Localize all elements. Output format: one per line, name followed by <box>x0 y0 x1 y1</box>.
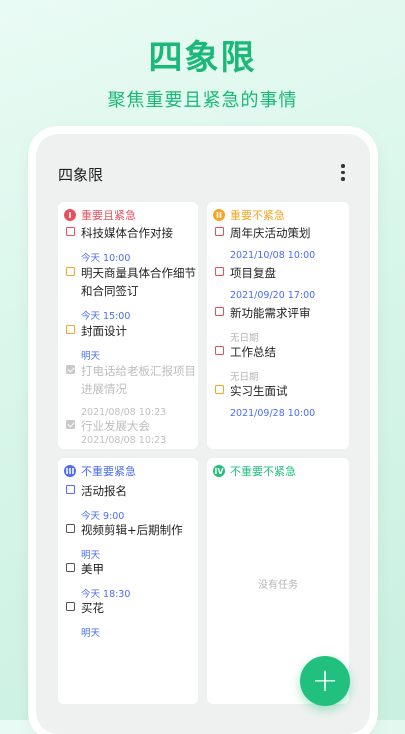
task-item-completed[interactable]: 行业发展大会 <box>66 417 196 435</box>
task-title: 科技媒体合作对接 <box>81 226 173 240</box>
task-item[interactable]: 实习生面试 <box>215 382 345 400</box>
task-title: 新功能需求评审 <box>230 306 311 320</box>
task-checkbox[interactable] <box>66 485 75 494</box>
task-date: 2021/09/28 10:00 <box>230 408 316 419</box>
add-task-button[interactable]: + <box>300 656 350 706</box>
task-date: 无日期 <box>230 333 259 344</box>
task-item[interactable]: 周年庆活动策划 <box>215 224 345 242</box>
task-checkbox[interactable] <box>66 267 75 276</box>
task-date: 今天 15:00 <box>81 311 131 322</box>
quadrant-header: IV 不重要不紧急 <box>213 463 296 479</box>
task-date: 今天 18:30 <box>81 589 131 600</box>
quadrant-important-not-urgent[interactable]: II 重要不紧急 周年庆活动策划 2021/10/08 10:00 项目复盘 2… <box>207 202 349 449</box>
task-date: 无日期 <box>230 372 259 383</box>
quadrant-badge-icon: I <box>64 209 76 221</box>
task-item[interactable]: 工作总结 <box>215 343 345 361</box>
quadrant-badge-icon: IV <box>213 465 225 477</box>
quadrant-header: III 不重要紧急 <box>64 463 136 479</box>
task-title: 工作总结 <box>230 345 276 359</box>
task-checkbox-checked[interactable] <box>66 365 75 374</box>
quadrant-label: 不重要不紧急 <box>230 465 296 478</box>
quadrant-badge-icon: III <box>64 465 76 477</box>
task-title: 活动报名 <box>81 484 127 498</box>
task-item[interactable]: 买花 <box>66 599 196 617</box>
task-title: 打电话给老板汇报项目进展情况 <box>81 364 196 396</box>
task-title: 周年庆活动策划 <box>230 226 311 240</box>
task-checkbox[interactable] <box>66 524 75 533</box>
task-checkbox[interactable] <box>215 227 224 236</box>
task-checkbox-checked[interactable] <box>66 420 75 429</box>
task-item-completed[interactable]: 打电话给老板汇报项目进展情况 <box>66 362 196 398</box>
quadrant-important-urgent[interactable]: I 重要且紧急 科技媒体合作对接 今天 10:00 明天商量具体合作细节和合同签… <box>58 202 198 449</box>
task-date: 明天 <box>81 628 101 639</box>
task-item[interactable]: 项目复盘 <box>215 264 345 282</box>
phone-mockup: 四象限 I 重要且紧急 科技媒体合作对接 今天 10:00 明天商量具体合作细节… <box>36 134 370 734</box>
task-date: 明天 <box>81 351 101 362</box>
task-checkbox[interactable] <box>215 267 224 276</box>
more-vertical-icon[interactable] <box>340 164 346 184</box>
quadrant-label: 重要不紧急 <box>230 209 285 222</box>
task-item[interactable]: 明天商量具体合作细节和合同签订 <box>66 264 196 300</box>
hero-title: 四象限 <box>148 38 257 78</box>
task-checkbox[interactable] <box>66 602 75 611</box>
task-date: 明天 <box>81 550 101 561</box>
task-item[interactable]: 封面设计 <box>66 322 196 340</box>
hero-subtitle: 聚焦重要且紧急的事情 <box>107 90 298 111</box>
task-item[interactable]: 新功能需求评审 <box>215 304 345 322</box>
task-date: 2021/08/08 10:23 <box>81 435 167 446</box>
task-title: 美甲 <box>81 562 104 576</box>
task-title: 封面设计 <box>81 324 127 338</box>
task-title: 明天商量具体合作细节和合同签订 <box>81 266 196 298</box>
task-title: 实习生面试 <box>230 384 288 398</box>
task-checkbox[interactable] <box>215 307 224 316</box>
task-checkbox[interactable] <box>66 325 75 334</box>
quadrant-header: II 重要不紧急 <box>213 207 285 223</box>
task-item[interactable]: 科技媒体合作对接 <box>66 224 196 242</box>
quadrant-label: 不重要紧急 <box>81 465 136 478</box>
quadrant-label: 重要且紧急 <box>81 209 136 222</box>
task-title: 视频剪辑+后期制作 <box>81 523 183 537</box>
task-title: 行业发展大会 <box>81 419 150 433</box>
task-checkbox[interactable] <box>66 563 75 572</box>
task-checkbox[interactable] <box>215 385 224 394</box>
task-title: 项目复盘 <box>230 266 276 280</box>
task-checkbox[interactable] <box>66 227 75 236</box>
quadrant-badge-icon: II <box>213 209 225 221</box>
task-date: 2021/09/20 17:00 <box>230 290 316 301</box>
app-bar: 四象限 <box>36 134 370 198</box>
task-item[interactable]: 活动报名 <box>66 482 196 500</box>
task-item[interactable]: 美甲 <box>66 560 196 578</box>
task-date: 今天 9:00 <box>81 511 125 522</box>
app-title: 四象限 <box>58 166 104 184</box>
quadrant-not-important-urgent[interactable]: III 不重要紧急 活动报名 今天 9:00 视频剪辑+后期制作 明天 美甲 今… <box>58 458 198 704</box>
quadrant-header: I 重要且紧急 <box>64 207 136 223</box>
task-item[interactable]: 视频剪辑+后期制作 <box>66 521 196 539</box>
task-title: 买花 <box>81 601 104 615</box>
task-date: 今天 10:00 <box>81 253 131 264</box>
task-date: 2021/10/08 10:00 <box>230 250 316 261</box>
task-checkbox[interactable] <box>215 346 224 355</box>
empty-state-text: 没有任务 <box>258 580 298 591</box>
